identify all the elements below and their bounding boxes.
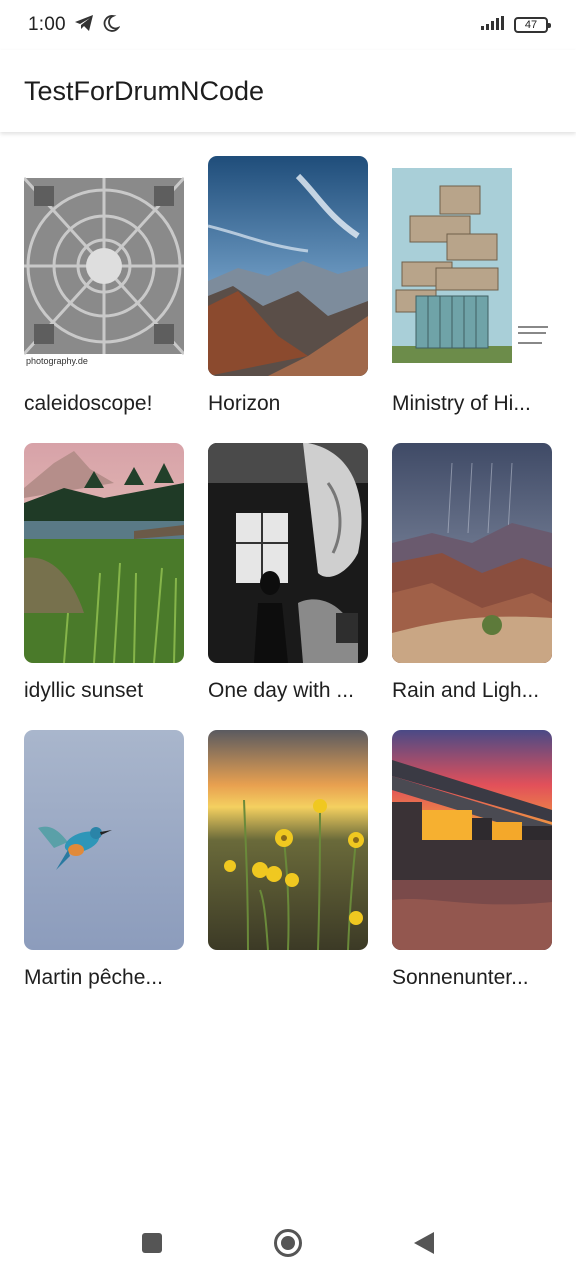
photo-thumbnail[interactable]: photography.de [24, 156, 184, 376]
recents-button[interactable] [132, 1225, 172, 1265]
home-circle-icon [273, 1228, 303, 1263]
photo-caption: Ministry of Hi... [392, 392, 531, 415]
status-bar: 1:00 47 [0, 0, 576, 50]
photo-caption: Martin pêche... [24, 966, 163, 989]
photo-thumbnail[interactable] [208, 156, 368, 376]
moon-icon [102, 14, 121, 37]
photo-caption: Horizon [208, 392, 281, 415]
battery-level: 47 [524, 19, 538, 31]
app-title: TestForDrumNCode [24, 75, 265, 106]
back-button[interactable] [404, 1225, 444, 1265]
photo-card[interactable]: idyllic sunset [24, 443, 184, 730]
photo-thumbnail[interactable] [24, 443, 184, 663]
battery-icon: 47 [514, 17, 551, 33]
home-button[interactable] [268, 1225, 308, 1265]
photo-card[interactable]: photography.de caleidoscope! [24, 156, 184, 443]
photo-card[interactable]: One day with ... [208, 443, 368, 730]
photo-caption: idyllic sunset [24, 679, 144, 702]
status-icons-left [74, 14, 121, 37]
recents-square-icon [140, 1231, 164, 1260]
photo-caption: caleidoscope! [24, 392, 153, 415]
photo-caption: One day with ... [208, 679, 354, 702]
signal-icon [480, 15, 506, 36]
photo-card[interactable]: Horizon [208, 156, 368, 443]
photo-watermark-text: photography.de [26, 356, 88, 366]
status-time: 1:00 [28, 14, 66, 35]
system-nav-bar [0, 1210, 576, 1280]
photo-thumbnail[interactable] [392, 156, 552, 376]
photo-grid: photography.de caleidoscope! Horizon Min… [24, 156, 552, 1017]
photo-card[interactable]: Sonnenunter... [392, 730, 552, 1017]
photo-card[interactable]: Martin pêche... [24, 730, 184, 1017]
photo-thumbnail[interactable] [392, 443, 552, 663]
telegram-icon [74, 14, 94, 37]
photo-card[interactable] [208, 730, 368, 1017]
photo-thumbnail[interactable] [24, 730, 184, 950]
photo-thumbnail[interactable] [208, 730, 368, 950]
photo-thumbnail[interactable] [208, 443, 368, 663]
photo-card[interactable]: Rain and Ligh... [392, 443, 552, 730]
photo-caption: Rain and Ligh... [392, 679, 540, 702]
status-icons-right: 47 [480, 15, 551, 36]
photo-thumbnail[interactable] [392, 730, 552, 950]
photo-caption: Sonnenunter... [392, 966, 529, 989]
app-bar: TestForDrumNCode [0, 50, 576, 132]
photo-card[interactable]: Ministry of Hi... [392, 156, 552, 443]
back-triangle-icon [412, 1230, 436, 1261]
